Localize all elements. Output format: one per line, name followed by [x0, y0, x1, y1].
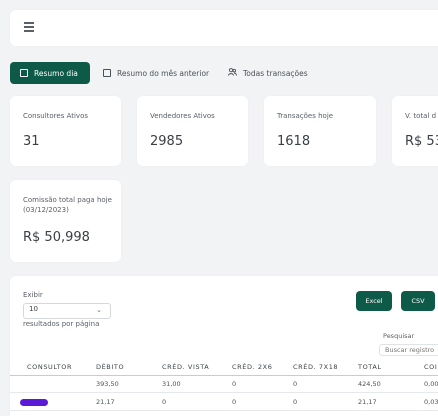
cell-cred-7x18: 0 [293, 380, 298, 388]
cell-comissao: 0,03 [424, 398, 438, 406]
tab-label: Todas transações [243, 68, 308, 78]
search-label: Pesquisar [383, 332, 415, 340]
tab-label: Resumo dia [34, 68, 78, 78]
cell-cred-2x6: 0 [232, 380, 237, 388]
page-size-select[interactable]: 10 ⌄ [23, 303, 111, 319]
users-icon [228, 68, 237, 78]
stat-card-vendedores: Vendedores Ativos 2985 [137, 96, 248, 166]
stat-label: Transações hoje [277, 112, 334, 120]
stat-value: 1618 [277, 134, 311, 149]
redaction-mark [20, 399, 48, 406]
search-input[interactable] [379, 344, 438, 356]
stat-label: V. total d [405, 112, 437, 120]
top-bar [10, 10, 438, 46]
commission-value: R$ 50,998 [23, 230, 90, 245]
export-csv-button[interactable]: CSV [401, 291, 435, 311]
column-header[interactable]: TOTAL [358, 363, 382, 371]
tab-resumo-mes-anterior[interactable]: Resumo do mês anterior [103, 62, 209, 84]
cell-total: 21,17 [358, 398, 377, 406]
chevron-down-icon: ⌄ [96, 306, 102, 314]
tab-resumo-dia[interactable]: Resumo dia [10, 62, 90, 84]
cell-cred-vista: 31,00 [162, 380, 181, 388]
per-page-label: resultados por página [23, 320, 100, 328]
column-header[interactable]: CRÉD. 2X6 [232, 363, 272, 371]
stat-label: Vendedores Ativos [150, 112, 215, 120]
cell-total: 424,50 [358, 380, 381, 388]
export-excel-button[interactable]: Excel [356, 291, 392, 311]
commission-card: Comissão total paga hoje (03/12/2023) R$… [10, 180, 121, 262]
column-header[interactable]: CONSULTOR [27, 363, 72, 371]
table-header: CONSULTOR DÉBITO CRÉD. VISTA CRÉD. 2X6 C… [10, 359, 438, 376]
cell-cred-vista: 0 [162, 398, 167, 406]
stat-value: R$ 53 [405, 134, 438, 149]
transactions-table-card: Exibir 10 ⌄ resultados por página Excel … [10, 276, 438, 416]
show-label: Exibir [23, 291, 43, 299]
stat-value: 31 [23, 134, 40, 149]
calendar-icon [20, 69, 28, 77]
tab-label: Resumo do mês anterior [117, 68, 210, 78]
stat-value: 2985 [150, 134, 184, 149]
column-header[interactable]: COI [424, 363, 437, 371]
cell-cred-7x18: 0 [293, 398, 298, 406]
cell-debito: 393,50 [96, 380, 119, 388]
stat-card-valor-total: V. total d R$ 53 [392, 96, 438, 166]
stat-card-transacoes: Transações hoje 1618 [264, 96, 376, 166]
cell-comissao: 0,00 [424, 380, 438, 388]
calendar-icon [103, 69, 111, 77]
stat-card-consultores: Consultores Ativos 31 [10, 96, 121, 166]
table-row: 393,50 31,00 0 0 424,50 0,00 [10, 376, 438, 393]
table-row: 21,17 0 0 0 21,17 0,03 [10, 394, 438, 411]
tab-todas-transacoes[interactable]: Todas transações [228, 62, 308, 84]
cell-cred-2x6: 0 [232, 398, 237, 406]
menu-icon[interactable] [24, 22, 34, 34]
column-header[interactable]: DÉBITO [96, 363, 124, 371]
stat-label: Consultores Ativos [23, 112, 88, 120]
page-size-value: 10 [29, 305, 38, 313]
commission-label: Comissão total paga hoje (03/12/2023) [23, 196, 112, 214]
column-header[interactable]: CRÉD. 7X18 [293, 363, 338, 371]
cell-debito: 21,17 [96, 398, 115, 406]
column-header[interactable]: CRÉD. VISTA [162, 363, 209, 371]
